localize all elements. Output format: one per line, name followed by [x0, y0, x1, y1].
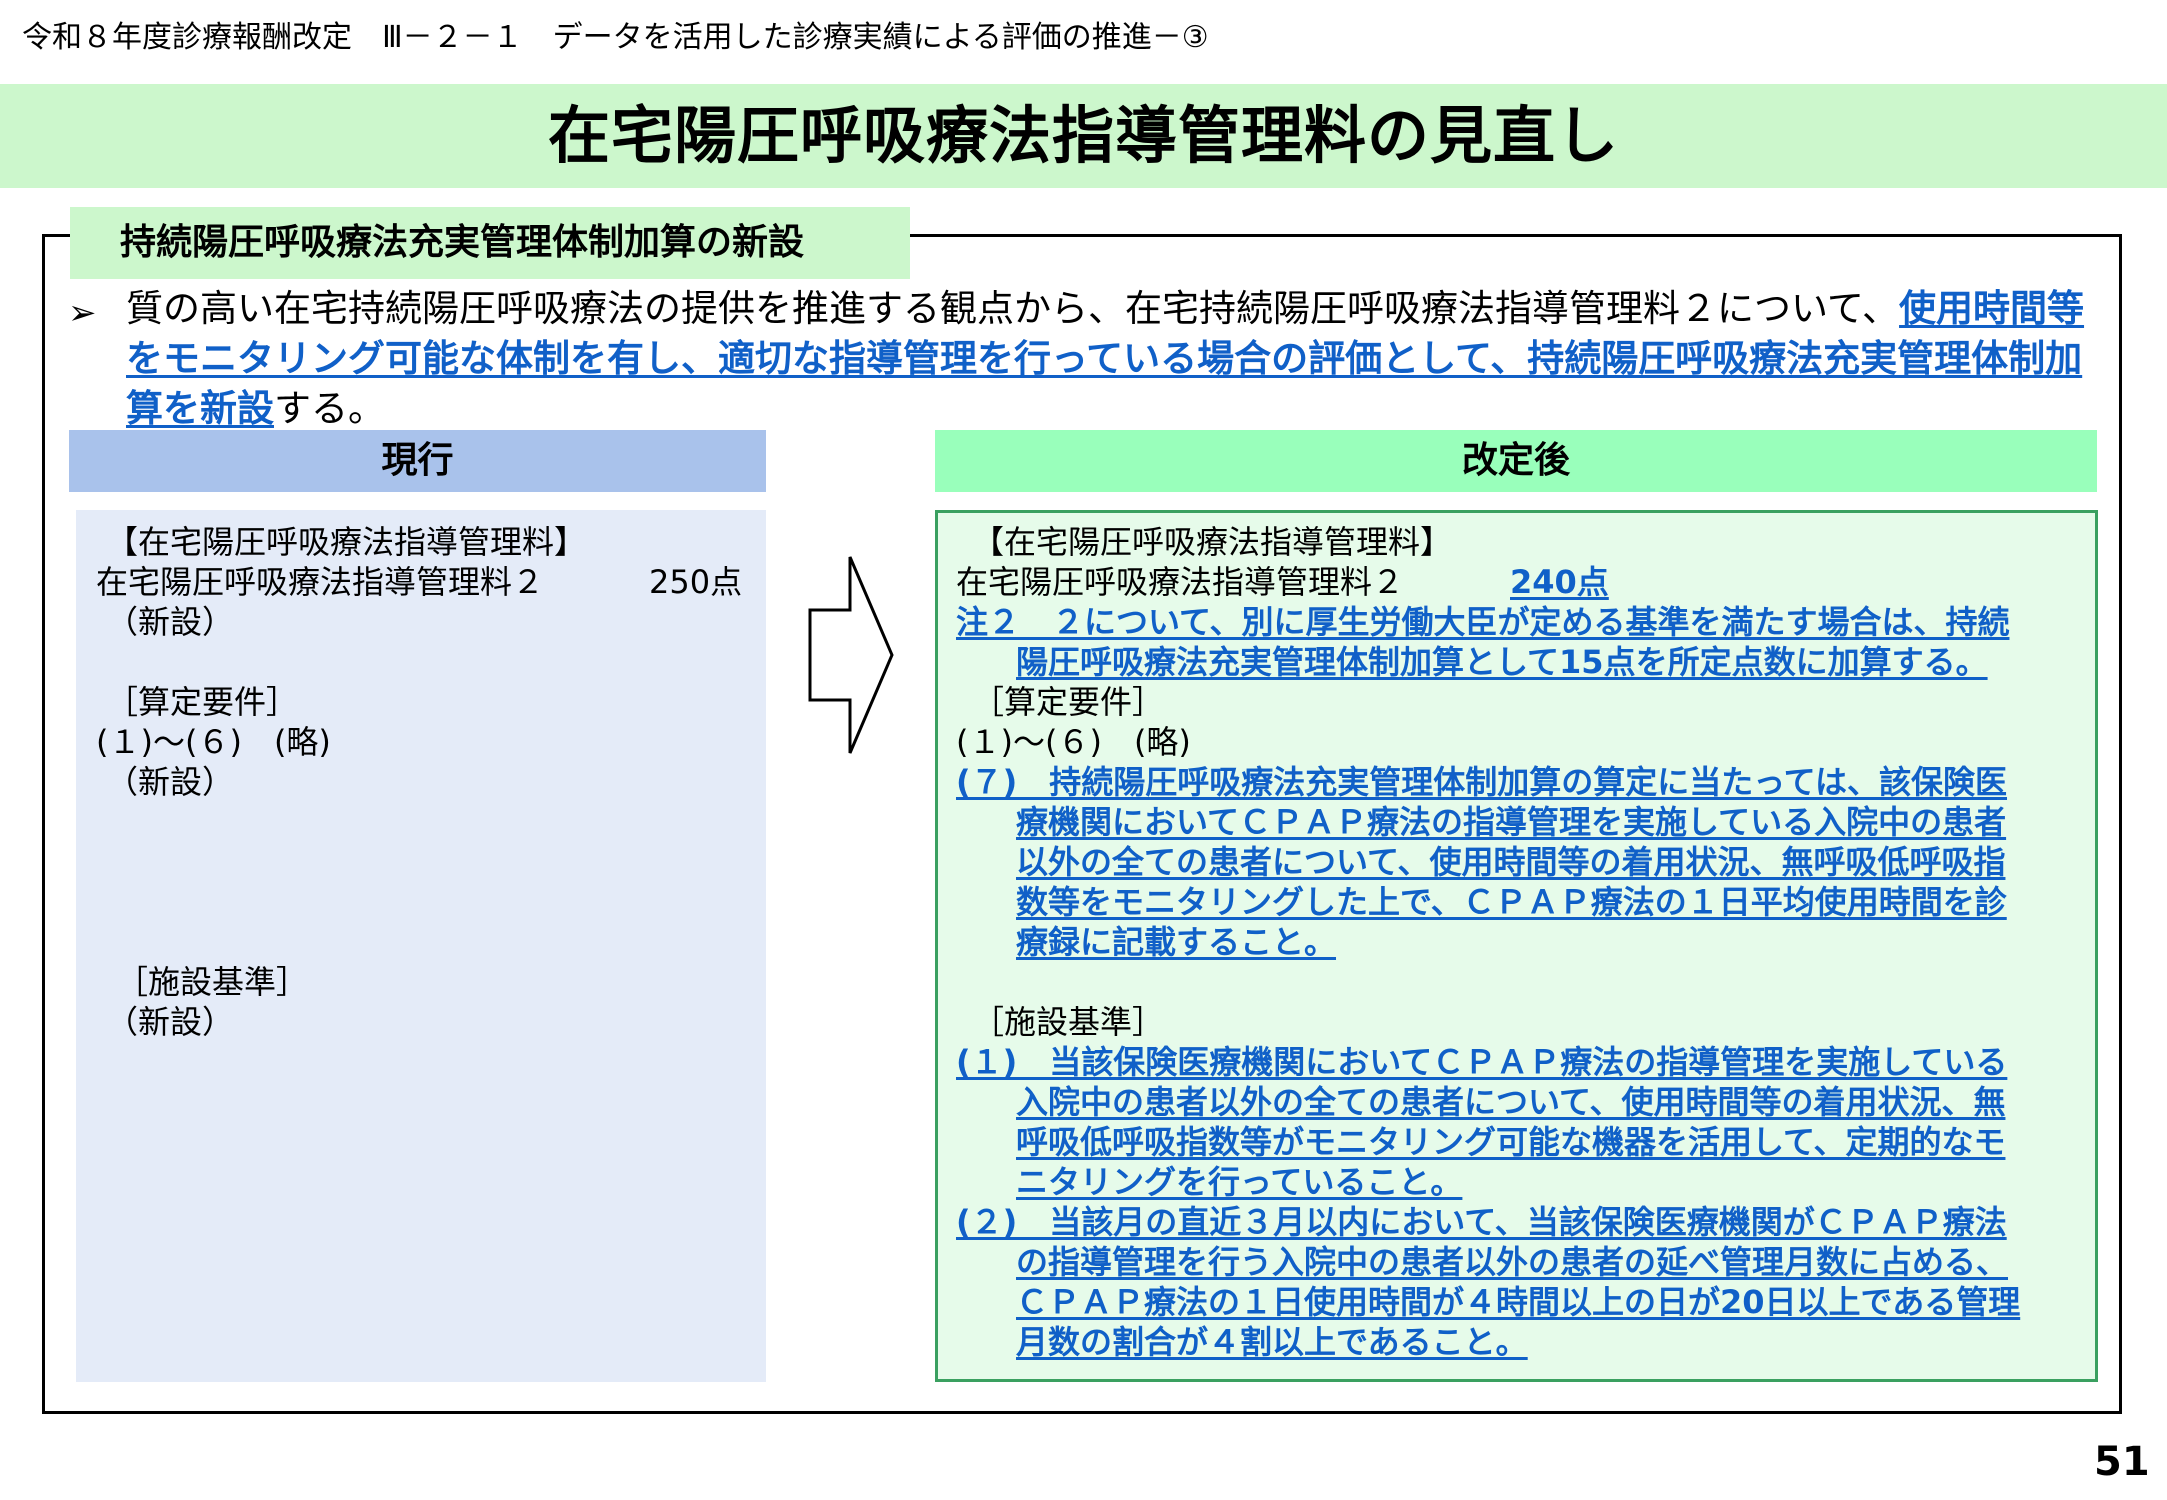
revised-fee-title: 【在宅陽圧呼吸療法指導管理料】 — [972, 523, 1453, 561]
req7-line3: 以外の全ての患者について、使用時間等の着用状況、無呼吸低呼吸指 — [1016, 843, 2006, 881]
current-new-note: （新設） — [106, 603, 235, 641]
current-facility-new-note: （新設） — [106, 1003, 235, 1041]
fac2-line1: (２) 当該月の直近３月以内において、当該保険医療機関がＣＰＡＰ療法 — [956, 1203, 2007, 1241]
current-column-header: 現行 — [69, 430, 766, 492]
revised-requirements-heading: ［算定要件］ — [972, 683, 1165, 721]
page-title: 在宅陽圧呼吸療法指導管理料の見直し — [547, 99, 1619, 172]
breadcrumb-header: 令和８年度診療報酬改定 Ⅲ－２－１ データを活用した診療実績による評価の推進－③ — [22, 20, 1209, 55]
req7-line1: (７) 持続陽圧呼吸療法充実管理体制加算の算定に当たっては、該保険医 — [956, 763, 2008, 801]
current-content-box: 【在宅陽圧呼吸療法指導管理料】 在宅陽圧呼吸療法指導管理料２ 250点 （新設）… — [76, 510, 766, 1382]
page-number: 51 — [2094, 1439, 2150, 1485]
revised-facility-heading: ［施設基準］ — [972, 1003, 1165, 1041]
fac1-line1: (１) 当該保険医療機関においてＣＰＡＰ療法の指導管理を実施している — [956, 1043, 2008, 1081]
section-title: 持続陽圧呼吸療法充実管理体制加算の新設 — [70, 207, 910, 279]
fac1-line2: 入院中の患者以外の全ての患者について、使用時間等の着用状況、無 — [1016, 1083, 2006, 1121]
current-requirements-heading: ［算定要件］ — [106, 683, 299, 721]
current-requirements-omitted: (１)～(６) (略) — [96, 723, 331, 761]
fac2-line3: ＣＰＡＰ療法の１日使用時間が４時間以上の日が20日以上である管理 — [1016, 1283, 2021, 1321]
revised-fee-points: 240点 — [1510, 563, 1609, 601]
revised-column-header: 改定後 — [935, 430, 2097, 492]
req7-line2: 療機関においてＣＰＡＰ療法の指導管理を実施している入院中の患者 — [1016, 803, 2007, 841]
summary-text-after: する。 — [274, 387, 385, 430]
summary-paragraph: 質の高い在宅持続陽圧呼吸療法の提供を推進する観点から、在宅持続陽圧呼吸療法指導管… — [126, 284, 2106, 434]
revised-requirements-omitted: (１)～(６) (略) — [956, 723, 1191, 761]
note2-line1: 注２ ２について、別に厚生労働大臣が定める基準を満たす場合は、持続 — [956, 603, 2010, 641]
req7-line4: 数等をモニタリングした上で、ＣＰＡＰ療法の１日平均使用時間を診 — [1016, 883, 2007, 921]
right-arrow-icon — [808, 556, 894, 754]
current-fee-name: 在宅陽圧呼吸療法指導管理料２ — [96, 563, 545, 601]
note2-line2: 陽圧呼吸療法充実管理体制加算として15点を所定点数に加算する。 — [1016, 643, 1988, 681]
fac2-line2: の指導管理を行う入院中の患者以外の患者の延べ管理月数に占める、 — [1016, 1243, 2009, 1281]
current-facility-heading: ［施設基準］ — [116, 963, 309, 1001]
summary-text-before: 質の高い在宅持続陽圧呼吸療法の提供を推進する観点から、在宅持続陽圧呼吸療法指導管… — [126, 287, 1900, 330]
fac2-line4: 月数の割合が４割以上であること。 — [1016, 1323, 1528, 1361]
fac1-line4: ニタリングを行っていること。 — [1016, 1163, 1463, 1201]
revised-fee-name: 在宅陽圧呼吸療法指導管理料２ — [956, 563, 1405, 601]
current-requirements-new-note: （新設） — [106, 763, 235, 801]
current-fee-points: 250点 — [649, 563, 743, 601]
req7-line5: 療録に記載すること。 — [1016, 923, 1337, 961]
revised-content-box: 【在宅陽圧呼吸療法指導管理料】 在宅陽圧呼吸療法指導管理料２ 240点 注２ ２… — [935, 510, 2098, 1382]
current-fee-title: 【在宅陽圧呼吸療法指導管理料】 — [106, 523, 587, 561]
bullet-arrow-icon: ➢ — [68, 293, 97, 333]
fac1-line3: 呼吸低呼吸指数等がモニタリング可能な機器を活用して、定期的なモ — [1016, 1123, 2006, 1161]
